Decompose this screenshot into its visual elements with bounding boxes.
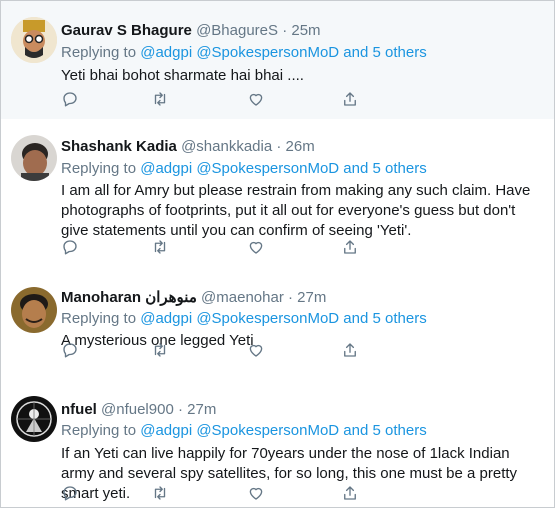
replying-to-label: Replying to <box>61 310 137 327</box>
share-icon[interactable] <box>341 238 361 258</box>
avatar[interactable] <box>11 17 57 63</box>
reply-icon[interactable] <box>61 341 81 361</box>
reply-icon[interactable] <box>61 90 81 110</box>
tweet-actions <box>61 484 361 504</box>
avatar[interactable] <box>11 287 57 333</box>
tweet-actions <box>61 238 361 258</box>
replying-to-label: Replying to <box>61 422 137 439</box>
separator: · <box>276 138 282 155</box>
like-icon[interactable] <box>247 341 267 361</box>
share-icon[interactable] <box>341 484 361 504</box>
and-label: and <box>343 44 369 61</box>
mention-link[interactable]: @adgpi <box>140 310 192 327</box>
like-icon[interactable] <box>247 484 267 504</box>
separator: · <box>282 22 288 39</box>
avatar[interactable] <box>11 135 57 181</box>
separator: · <box>177 401 183 418</box>
retweet-icon[interactable] <box>151 341 171 361</box>
others-link[interactable]: 5 others <box>373 422 427 439</box>
tweet-text: I am all for Amry but please restrain fr… <box>61 182 531 239</box>
and-label: and <box>343 422 369 439</box>
tweet[interactable]: Manoharan منوهران @maenohar · 27m Replyi… <box>1 270 554 371</box>
avatar[interactable] <box>11 396 57 442</box>
handle[interactable]: @maenohar <box>201 289 284 306</box>
replying-to-label: Replying to <box>61 44 137 61</box>
separator: · <box>288 289 293 306</box>
mention-link[interactable]: @SpokespersonMoD <box>196 310 339 327</box>
handle[interactable]: @BhagureS <box>196 22 278 39</box>
share-icon[interactable] <box>341 341 361 361</box>
retweet-icon[interactable] <box>151 90 171 110</box>
tweet-actions <box>61 341 361 361</box>
like-icon[interactable] <box>247 238 267 258</box>
tweet[interactable]: nfuel @nfuel900 · 27m Replying to @adgpi… <box>1 370 554 507</box>
timeline: Gaurav S Bhagure @BhagureS · 25m Replyin… <box>0 0 555 508</box>
display-name[interactable]: Manoharan منوهران <box>61 289 197 306</box>
display-name[interactable]: Shashank Kadia <box>61 138 177 155</box>
handle[interactable]: @shankkadia <box>181 138 272 155</box>
timestamp[interactable]: 26m <box>286 138 315 155</box>
others-link[interactable]: 5 others <box>373 310 427 327</box>
mention-link[interactable]: @adgpi <box>140 422 192 439</box>
and-label: and <box>343 160 369 177</box>
display-name[interactable]: Gaurav S Bhagure <box>61 22 192 39</box>
mention-link[interactable]: @SpokespersonMoD <box>196 160 339 177</box>
timestamp[interactable]: 27m <box>297 289 326 306</box>
replying-to-label: Replying to <box>61 160 137 177</box>
retweet-icon[interactable] <box>151 238 171 258</box>
mention-link[interactable]: @SpokespersonMoD <box>196 44 339 61</box>
tweet[interactable]: Shashank Kadia @shankkadia · 26m Replyin… <box>1 119 554 271</box>
mention-link[interactable]: @adgpi <box>140 160 192 177</box>
handle[interactable]: @nfuel900 <box>101 401 174 418</box>
timestamp[interactable]: 27m <box>187 401 216 418</box>
tweet-text: Yeti bhai bohot sharmate hai bhai .... <box>61 67 304 84</box>
others-link[interactable]: 5 others <box>373 44 427 61</box>
retweet-icon[interactable] <box>151 484 171 504</box>
and-label: and <box>343 310 369 327</box>
mention-link[interactable]: @SpokespersonMoD <box>196 422 339 439</box>
reply-icon[interactable] <box>61 238 81 258</box>
others-link[interactable]: 5 others <box>373 160 427 177</box>
tweet[interactable]: Gaurav S Bhagure @BhagureS · 25m Replyin… <box>1 1 554 120</box>
share-icon[interactable] <box>341 90 361 110</box>
tweet-actions <box>61 90 361 110</box>
timestamp[interactable]: 25m <box>291 22 320 39</box>
reply-icon[interactable] <box>61 484 81 504</box>
like-icon[interactable] <box>247 90 267 110</box>
mention-link[interactable]: @adgpi <box>140 44 192 61</box>
display-name[interactable]: nfuel <box>61 401 97 418</box>
